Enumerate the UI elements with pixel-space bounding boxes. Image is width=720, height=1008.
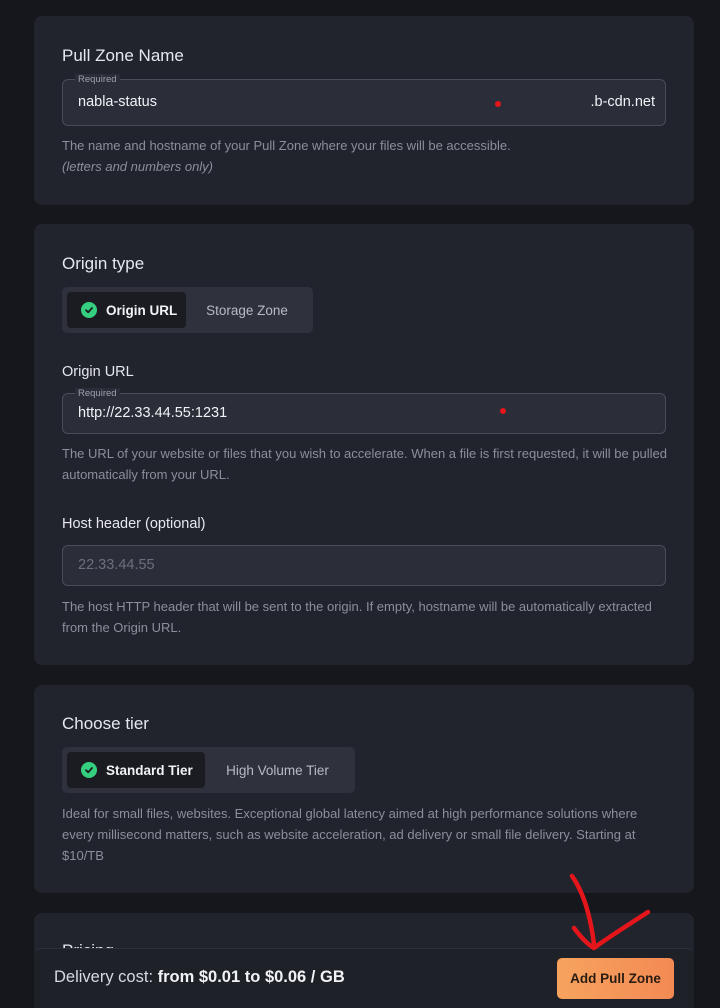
tier-help: Ideal for small files, websites. Excepti… — [62, 806, 638, 863]
pull-zone-name-help: The name and hostname of your Pull Zone … — [62, 135, 672, 177]
host-header-help: The host HTTP header that will be sent t… — [62, 599, 652, 635]
host-header-input[interactable]: 22.33.44.55 — [62, 545, 666, 586]
check-icon — [81, 762, 97, 778]
tab-high-volume-tier[interactable]: High Volume Tier — [205, 752, 350, 788]
delivery-cost-to-word: to — [244, 968, 261, 986]
choose-tier-title: Choose tier — [62, 714, 149, 733]
bottom-action-bar: Delivery cost: from $0.01 to $0.06 / GB … — [34, 948, 694, 1008]
tab-high-volume-tier-label: High Volume Tier — [226, 762, 329, 778]
annotation-dot — [495, 101, 501, 107]
tab-standard-tier-label: Standard Tier — [106, 762, 193, 778]
origin-type-selector: Origin URL Storage Zone — [62, 287, 313, 333]
hostname-suffix: .b-cdn.net — [590, 94, 656, 110]
tier-card: Choose tier Standard Tier High Volume Ti… — [34, 685, 694, 893]
tab-standard-tier[interactable]: Standard Tier — [67, 752, 205, 788]
origin-url-input[interactable]: Required http://22.33.44.55:1231 — [62, 388, 666, 434]
delivery-cost-from: from $0.01 — [157, 968, 241, 986]
required-label: Required — [75, 388, 120, 399]
pull-zone-name-value[interactable]: nabla-status — [78, 94, 157, 110]
tab-storage-zone[interactable]: Storage Zone — [186, 292, 308, 328]
origin-url-label: Origin URL — [62, 364, 134, 380]
pull-zone-name-title: Pull Zone Name — [62, 46, 184, 65]
pull-zone-name-input[interactable]: Required nabla-status .b-cdn.net — [62, 74, 666, 126]
origin-card: Origin type Origin URL Storage Zone Orig… — [34, 224, 694, 665]
required-label: Required — [75, 74, 120, 85]
tab-storage-zone-label: Storage Zone — [206, 302, 288, 318]
pull-zone-name-card: Pull Zone Name Required nabla-status .b-… — [34, 16, 694, 205]
delivery-cost: Delivery cost: from $0.01 to $0.06 / GB — [54, 968, 345, 987]
origin-type-title: Origin type — [62, 254, 145, 273]
pull-zone-help-text: The name and hostname of your Pull Zone … — [62, 138, 511, 153]
add-pull-zone-button[interactable]: Add Pull Zone — [557, 958, 674, 999]
origin-url-help: The URL of your website or files that yo… — [62, 446, 668, 482]
host-header-label: Host header (optional) — [62, 516, 206, 532]
tab-origin-url[interactable]: Origin URL — [67, 292, 186, 328]
annotation-dot — [500, 408, 506, 414]
delivery-cost-label: Delivery cost: — [54, 968, 154, 986]
host-header-placeholder[interactable]: 22.33.44.55 — [78, 557, 155, 573]
pull-zone-help-note: (letters and numbers only) — [62, 159, 214, 174]
tab-origin-url-label: Origin URL — [106, 302, 178, 318]
delivery-cost-to: $0.06 / GB — [264, 968, 345, 986]
origin-url-value[interactable]: http://22.33.44.55:1231 — [78, 405, 227, 421]
check-icon — [81, 302, 97, 318]
tier-selector: Standard Tier High Volume Tier — [62, 747, 355, 793]
